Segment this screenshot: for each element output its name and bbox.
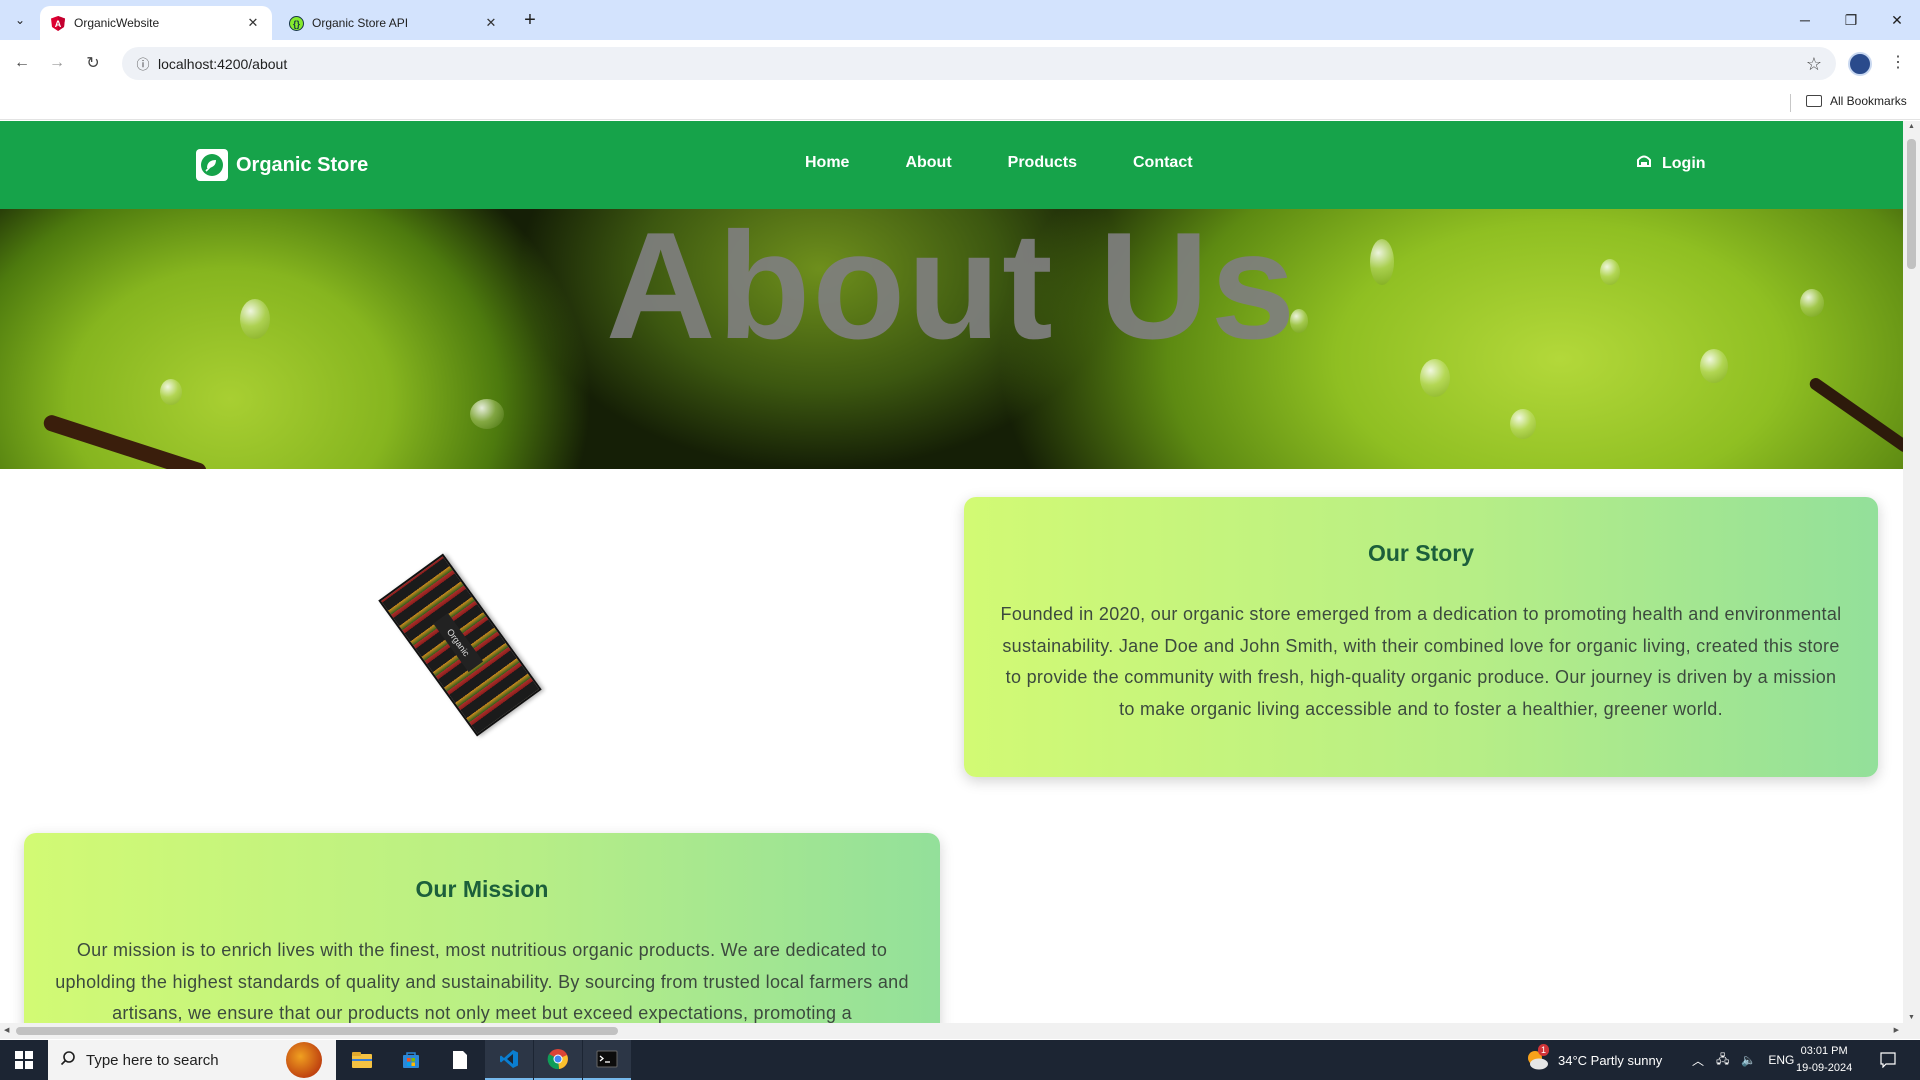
windows-taskbar: Type here to search 1 34°C Partly sunny …: [0, 1040, 1920, 1080]
apple-stem: [41, 413, 209, 469]
weather-badge: 1: [1538, 1044, 1550, 1056]
our-story-card: Our Story Founded in 2020, our organic s…: [964, 497, 1878, 777]
tab-organic-store-api[interactable]: {} Organic Store API ✕: [278, 6, 510, 40]
search-icon: [60, 1050, 76, 1070]
bookmarks-bar: All Bookmarks: [0, 86, 1920, 120]
folder-icon: [1806, 95, 1822, 107]
site-navbar: Organic Store Home About Products Contac…: [0, 121, 1903, 209]
menu-kebab-icon[interactable]: ⋮: [1890, 52, 1906, 72]
brand-name: Organic Store: [236, 153, 369, 176]
nav-about-link[interactable]: About: [905, 154, 951, 172]
browser-toolbar: ← → ↻ ⓘ ☆ ⋮: [0, 40, 1920, 86]
horizontal-scrollbar[interactable]: ◀ ▶: [0, 1023, 1903, 1039]
back-icon[interactable]: ←: [8, 49, 36, 77]
scroll-right-icon[interactable]: ▶: [1894, 1026, 1899, 1034]
all-bookmarks-label: All Bookmarks: [1830, 94, 1907, 108]
svg-text:A: A: [55, 19, 62, 29]
browser-tab-bar: ⌄ A OrganicWebsite ✕ {} Organic Store AP…: [0, 0, 1920, 40]
svg-text:{}: {}: [292, 19, 300, 29]
nav-links: Home About Products Contact: [805, 154, 1193, 172]
swagger-icon: {}: [288, 15, 304, 31]
organic-banner-image: Organic: [378, 553, 542, 737]
brand-link[interactable]: Organic Store: [196, 149, 368, 181]
file-explorer-icon[interactable]: [338, 1040, 386, 1080]
mission-title: Our Mission: [415, 876, 549, 902]
taskbar-search[interactable]: Type here to search: [48, 1040, 336, 1080]
vscode-icon[interactable]: [485, 1040, 533, 1080]
weather-text: 34°C Partly sunny: [1558, 1052, 1663, 1068]
new-tab-button[interactable]: +: [518, 8, 542, 32]
chrome-icon[interactable]: [534, 1040, 582, 1080]
hero-banner: About Us: [0, 209, 1903, 469]
banner-text: Organic: [433, 613, 484, 673]
nav-home-link[interactable]: Home: [805, 154, 849, 172]
microsoft-store-icon[interactable]: [387, 1040, 435, 1080]
divider: [1790, 94, 1791, 112]
scroll-left-icon[interactable]: ◀: [4, 1026, 9, 1034]
page-title: About Us: [605, 209, 1298, 371]
weather-widget[interactable]: 1 34°C Partly sunny: [1524, 1040, 1662, 1080]
terminal-icon[interactable]: [583, 1040, 631, 1080]
volume-icon[interactable]: 🔈: [1741, 1053, 1756, 1067]
our-mission-card: Our Mission Our mission is to enrich liv…: [24, 833, 940, 1023]
nav-products-link[interactable]: Products: [1008, 154, 1077, 172]
windows-logo-icon: [15, 1051, 33, 1069]
tab-title: OrganicWebsite: [74, 16, 160, 30]
story-title: Our Story: [1367, 540, 1475, 566]
page-viewport: Organic Store Home About Products Contac…: [0, 121, 1903, 1023]
weather-sun-cloud-icon: 1: [1524, 1044, 1550, 1073]
water-drop: [470, 399, 504, 429]
scroll-down-icon[interactable]: ▼: [1907, 1014, 1916, 1021]
tab-search-chevron-icon[interactable]: ⌄: [8, 8, 32, 32]
profile-avatar[interactable]: [1848, 52, 1872, 76]
mission-text: Our mission is to enrich lives with the …: [55, 940, 909, 1023]
url-input[interactable]: [158, 55, 1836, 72]
angular-icon: A: [50, 15, 66, 31]
forward-icon[interactable]: →: [43, 49, 71, 77]
network-icon[interactable]: 🖧: [1716, 1050, 1729, 1071]
clock-date: 19-09-2024: [1796, 1062, 1853, 1074]
close-tab-icon[interactable]: ✕: [244, 14, 262, 32]
search-placeholder: Type here to search: [86, 1051, 219, 1069]
reload-icon[interactable]: ↻: [79, 49, 107, 77]
tab-organicwebsite[interactable]: A OrganicWebsite ✕: [40, 6, 272, 40]
bookmark-star-icon[interactable]: ☆: [1806, 54, 1822, 75]
clock[interactable]: 03:01 PM 19-09-2024: [1796, 1043, 1852, 1077]
login-button[interactable]: Login: [1636, 154, 1706, 173]
search-highlight-icon[interactable]: [286, 1042, 322, 1078]
water-drop: [160, 379, 182, 405]
address-bar[interactable]: ⓘ ☆: [122, 47, 1836, 80]
water-drop: [1510, 409, 1536, 439]
close-tab-icon[interactable]: ✕: [482, 14, 500, 32]
scrollbar-corner: [1903, 1023, 1920, 1039]
chevron-up-icon[interactable]: ︿: [1692, 1052, 1704, 1069]
nav-contact-link[interactable]: Contact: [1133, 154, 1193, 172]
restore-icon[interactable]: ❐: [1828, 0, 1874, 40]
apple-stem: [1807, 375, 1903, 455]
start-button[interactable]: [0, 1040, 48, 1080]
clock-time: 03:01 PM: [1800, 1045, 1848, 1057]
notifications-icon[interactable]: [1880, 1040, 1896, 1080]
all-bookmarks-button[interactable]: All Bookmarks: [1806, 94, 1907, 108]
notepad-icon[interactable]: [436, 1040, 484, 1080]
scrollbar-thumb[interactable]: [16, 1027, 618, 1035]
site-info-icon[interactable]: ⓘ: [128, 54, 158, 73]
story-text: Founded in 2020, our organic store emerg…: [1000, 604, 1842, 719]
minimize-icon[interactable]: ─: [1782, 0, 1828, 40]
scroll-up-icon[interactable]: ▲: [1907, 123, 1916, 130]
login-icon: [1636, 154, 1652, 173]
tab-title: Organic Store API: [312, 16, 409, 30]
leaf-logo-icon: [196, 149, 228, 181]
scrollbar-thumb[interactable]: [1907, 139, 1916, 269]
language-indicator[interactable]: ENG: [1768, 1053, 1794, 1067]
close-window-icon[interactable]: ✕: [1874, 0, 1920, 40]
system-tray: ︿ 🖧 🔈 ENG: [1692, 1040, 1794, 1080]
login-label: Login: [1662, 154, 1706, 172]
vertical-scrollbar[interactable]: ▲ ▼: [1903, 121, 1920, 1023]
